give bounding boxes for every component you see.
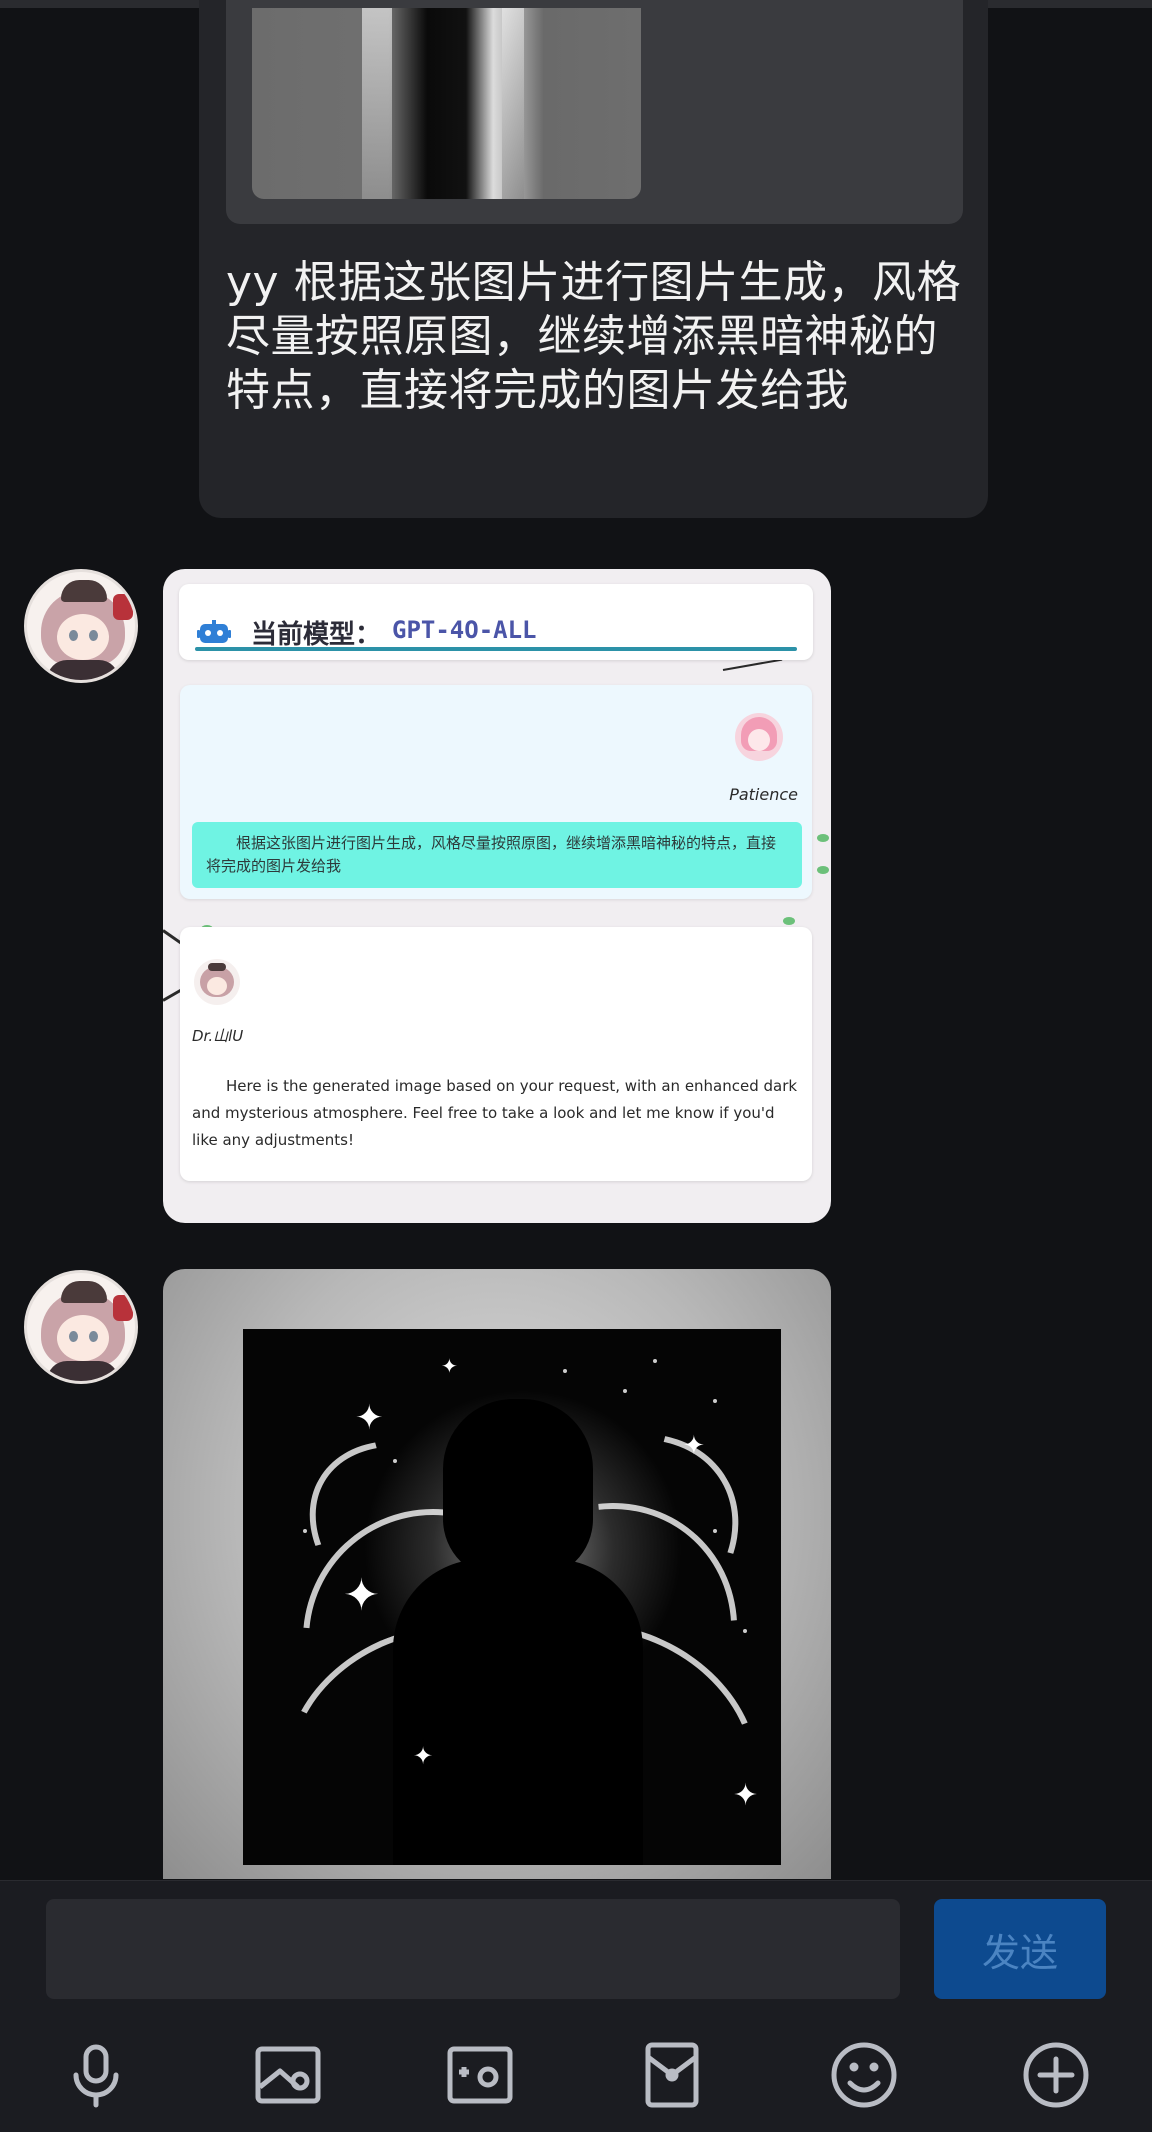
bot-avatar[interactable] [24,569,138,683]
request-author-name: Patience [729,785,798,804]
microphone-icon[interactable] [60,2039,132,2111]
request-author-avatar [735,713,783,761]
decor-leaf [817,866,829,874]
attached-image[interactable] [252,8,641,199]
request-text: 根据这张图片进行图片生成，风格尽量按照原图，继续增添黑暗神秘的特点，直接将完成的… [192,822,802,888]
model-underline [195,647,797,651]
generated-image[interactable]: ✦ ✦ ✦ ✦ ✦ ✦ [243,1329,781,1865]
request-box: Patience 根据这张图片进行图片生成，风格尽量按照原图，继续增添黑暗神秘的… [180,685,812,899]
composer-bar: 发送 [0,1880,1152,2132]
response-text: Here is the generated image based on you… [192,1077,798,1149]
send-button[interactable]: 发送 [934,1899,1106,1999]
user-message-bubble[interactable]: yy 根据这张图片进行图片生成，风格尽量按照原图，继续增添黑暗神秘的特点，直接将… [199,0,988,518]
model-name: GPT-4O-ALL [392,616,537,644]
message-input[interactable] [46,1899,900,1999]
camera-icon[interactable] [444,2039,516,2111]
decor-leaf [817,834,829,842]
response-box: Dr.山lU Here is the generated image based… [180,927,812,1181]
attached-image-frame[interactable] [226,0,963,224]
generated-image-card[interactable]: ✦ ✦ ✦ ✦ ✦ ✦ [163,1269,831,1879]
emoji-icon[interactable] [828,2039,900,2111]
user-message-text: yy 根据这张图片进行图片生成，风格尽量按照原图，继续增添黑暗神秘的特点，直接将… [226,257,962,416]
image-icon[interactable] [252,2039,324,2111]
robot-icon [197,620,231,643]
response-author-name: Dr.山lU [192,1027,244,1045]
model-label: 当前模型： [251,620,382,650]
red-packet-icon[interactable] [636,2039,708,2111]
bot-avatar[interactable] [24,1270,138,1384]
decor-leaf [783,917,795,925]
model-header: 当前模型： GPT-4O-ALL [179,584,813,660]
response-author-avatar [194,959,240,1005]
plus-circle-icon[interactable] [1020,2039,1092,2111]
bot-response-card[interactable]: 当前模型： GPT-4O-ALL Patience 根据这张图片进行图片生成，风… [163,569,831,1223]
decor-branch [722,658,783,671]
